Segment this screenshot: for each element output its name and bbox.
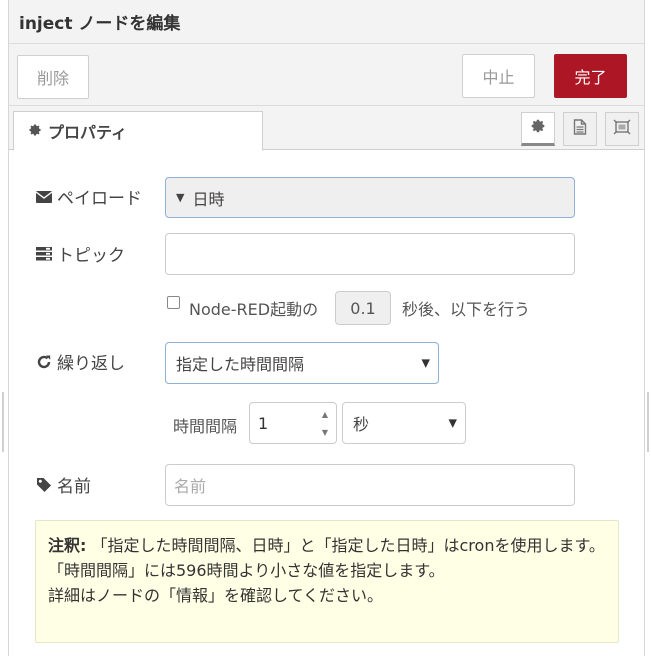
cancel-button[interactable]: 中止 — [462, 54, 535, 98]
spinner-up-icon[interactable]: ▲ — [316, 405, 334, 423]
tab-properties[interactable]: プロパティ — [13, 111, 263, 151]
tab-bar: プロパティ — [9, 106, 644, 151]
gear-icon — [530, 118, 546, 138]
interval-unit-select[interactable]: 秒 ▼ — [342, 402, 466, 444]
gear-icon — [28, 122, 42, 141]
interval-spinner[interactable]: ▲ ▼ — [316, 405, 334, 441]
dialog-title: inject ノードを編集 — [19, 14, 181, 34]
payload-type-input[interactable]: ▼ 日時 — [165, 177, 575, 218]
payload-label-row: ペイロード — [35, 184, 142, 209]
left-resize-handle[interactable] — [2, 392, 4, 452]
startup-suffix: 秒後、以下を行う — [402, 300, 531, 319]
chevron-down-icon: ▼ — [448, 416, 457, 430]
note-box: 注釈: 「指定した時間間隔、日時」と「指定した日時」はcronを使用します。 「… — [35, 520, 619, 643]
startup-label: Node-RED起動の — [189, 300, 319, 319]
note-line-2: 「時間間隔」には596時間より小さな値を指定します。 — [48, 561, 445, 580]
repeat-label-row: 繰り返し — [35, 349, 125, 374]
payload-value: 日時 — [192, 189, 225, 209]
startup-delay-input[interactable]: 0.1 — [335, 291, 391, 325]
interval-label: 時間間隔 — [173, 417, 238, 436]
envelope-icon — [35, 190, 53, 203]
repeat-label: 繰り返し — [57, 354, 125, 374]
repeat-icon — [35, 354, 53, 370]
tab-properties-label: プロパティ — [48, 123, 128, 142]
dialog-header: inject ノードを編集 — [9, 0, 644, 44]
interval-value: 1 — [258, 413, 269, 433]
topic-label: トピック — [57, 246, 125, 266]
interval-input[interactable]: 1 ▲ ▼ — [249, 402, 337, 444]
name-label-row: 名前 — [35, 472, 91, 497]
settings-tab-button[interactable] — [521, 112, 555, 146]
description-tab-button[interactable] — [563, 112, 597, 146]
payload-label: ペイロード — [57, 189, 142, 209]
document-icon — [573, 119, 587, 139]
repeat-select[interactable]: 指定した時間間隔 ▼ — [165, 342, 439, 384]
spinner-down-icon[interactable]: ▼ — [316, 423, 334, 441]
startup-checkbox[interactable] — [167, 296, 180, 309]
repeat-selected: 指定した時間間隔 — [176, 355, 305, 374]
chevron-down-icon: ▼ — [421, 356, 430, 370]
dialog-toolbar: 削除 中止 完了 — [9, 44, 644, 106]
topic-input[interactable] — [165, 233, 575, 275]
note-heading: 注釈: — [48, 536, 87, 555]
frame-icon — [613, 119, 631, 139]
caret-down-icon: ▼ — [176, 191, 185, 204]
name-label: 名前 — [57, 477, 91, 497]
right-resize-handle[interactable] — [647, 392, 649, 452]
note-line-1: 「指定した時間間隔、日時」と「指定した日時」はcronを使用します。 — [91, 536, 605, 555]
tasks-icon — [35, 246, 53, 261]
interval-unit: 秒 — [353, 415, 370, 434]
name-input[interactable]: 名前 — [165, 464, 575, 506]
tag-icon — [35, 477, 53, 493]
topic-label-row: トピック — [35, 241, 125, 266]
delete-button[interactable]: 削除 — [17, 55, 89, 99]
note-line-3: 詳細はノードの「情報」を確認してください。 — [48, 586, 384, 605]
edit-dialog: inject ノードを編集 削除 中止 完了 プロパティ ペイロード ▼ 日時 … — [8, 0, 645, 656]
done-button[interactable]: 完了 — [554, 54, 627, 98]
appearance-tab-button[interactable] — [605, 112, 639, 146]
